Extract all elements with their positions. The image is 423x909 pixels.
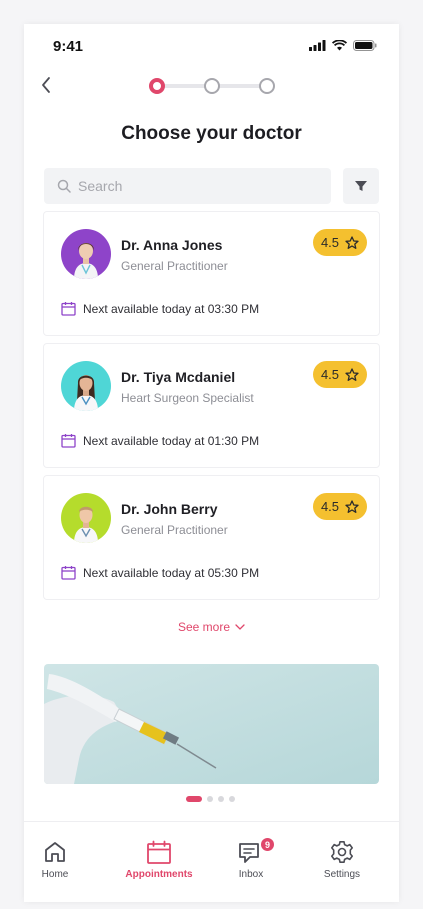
availability: Next available today at 05:30 PM xyxy=(61,565,259,580)
back-arrow-icon[interactable] xyxy=(38,76,56,94)
doctor-name: Dr. John Berry xyxy=(121,501,218,517)
status-time: 9:41 xyxy=(53,38,84,55)
carousel-dot[interactable] xyxy=(229,796,235,802)
doctor-specialty: Heart Surgeon Specialist xyxy=(121,391,254,405)
home-icon xyxy=(45,842,65,862)
rating-value: 4.5 xyxy=(320,499,340,514)
see-more-label: See more xyxy=(177,620,231,634)
gear-icon xyxy=(331,841,353,863)
doctor-avatar xyxy=(61,229,111,279)
carousel-dot[interactable] xyxy=(207,796,213,802)
rating-badge: 4.5 xyxy=(313,229,367,256)
tab-label: Home xyxy=(41,869,69,880)
tab-home[interactable]: Home xyxy=(36,822,74,902)
rating-badge: 4.5 xyxy=(313,361,367,388)
star-icon xyxy=(345,499,359,513)
availability: Next available today at 01:30 PM xyxy=(61,433,259,448)
doctor-card[interactable]: Dr. John Berry General Practitioner 4.5 … xyxy=(43,475,380,600)
calendar-icon xyxy=(61,434,76,448)
step-2 xyxy=(204,78,220,94)
step-3 xyxy=(259,78,275,94)
status-icons xyxy=(309,40,377,51)
step-indicator xyxy=(149,77,275,95)
doctor-avatar xyxy=(61,493,111,543)
rating-value: 4.5 xyxy=(320,235,340,250)
search-field[interactable]: Search xyxy=(44,168,331,204)
syringe-image xyxy=(44,664,379,784)
availability-text: Next available today at 03:30 PM xyxy=(83,301,260,316)
doctor-specialty: General Practitioner xyxy=(121,259,228,273)
search-placeholder: Search xyxy=(78,178,123,194)
step-1 xyxy=(149,78,165,94)
page-title: Choose your doctor xyxy=(121,123,302,144)
star-icon xyxy=(345,235,359,249)
filter-icon xyxy=(355,181,367,191)
star-icon xyxy=(345,367,359,381)
doctor-specialty: General Practitioner xyxy=(121,523,228,537)
phone-screen: 9:41 Choose your doctor Search Dr. Anna … xyxy=(24,24,399,902)
tab-label: Settings xyxy=(323,869,361,880)
availability-text: Next available today at 01:30 PM xyxy=(83,433,260,448)
availability-text: Next available today at 05:30 PM xyxy=(83,565,260,580)
battery-icon xyxy=(353,40,377,51)
calendar-icon xyxy=(61,302,76,316)
tab-inbox[interactable]: 9 Inbox xyxy=(231,822,275,902)
signal-icon xyxy=(309,40,326,51)
promo-banner[interactable] xyxy=(44,664,379,784)
doctor-name: Dr. Anna Jones xyxy=(121,237,223,253)
filter-button[interactable] xyxy=(343,168,379,204)
tab-bar: Home Appointments 9 Inbox Settings xyxy=(24,821,399,902)
search-icon xyxy=(57,179,71,193)
tab-label: Appointments xyxy=(125,869,193,880)
rating-value: 4.5 xyxy=(320,367,340,382)
tab-settings[interactable]: Settings xyxy=(317,822,367,902)
carousel-dot-active[interactable] xyxy=(186,796,202,802)
availability: Next available today at 03:30 PM xyxy=(61,301,259,316)
inbox-badge: 9 xyxy=(260,837,275,852)
calendar-icon xyxy=(147,840,171,864)
tab-label: Inbox xyxy=(238,869,264,880)
status-bar: 9:41 xyxy=(24,24,399,68)
rating-badge: 4.5 xyxy=(313,493,367,520)
chevron-down-icon xyxy=(235,623,245,630)
see-more-link[interactable]: See more xyxy=(24,620,399,634)
carousel-dots xyxy=(186,796,235,802)
doctor-card[interactable]: Dr. Anna Jones General Practitioner 4.5 … xyxy=(43,211,380,336)
doctor-name: Dr. Tiya Mcdaniel xyxy=(121,369,236,385)
carousel-dot[interactable] xyxy=(218,796,224,802)
calendar-icon xyxy=(61,566,76,580)
doctor-avatar xyxy=(61,361,111,411)
doctor-card[interactable]: Dr. Tiya Mcdaniel Heart Surgeon Speciali… xyxy=(43,343,380,468)
tab-appointments[interactable]: Appointments xyxy=(122,822,196,902)
wifi-icon xyxy=(332,40,347,51)
